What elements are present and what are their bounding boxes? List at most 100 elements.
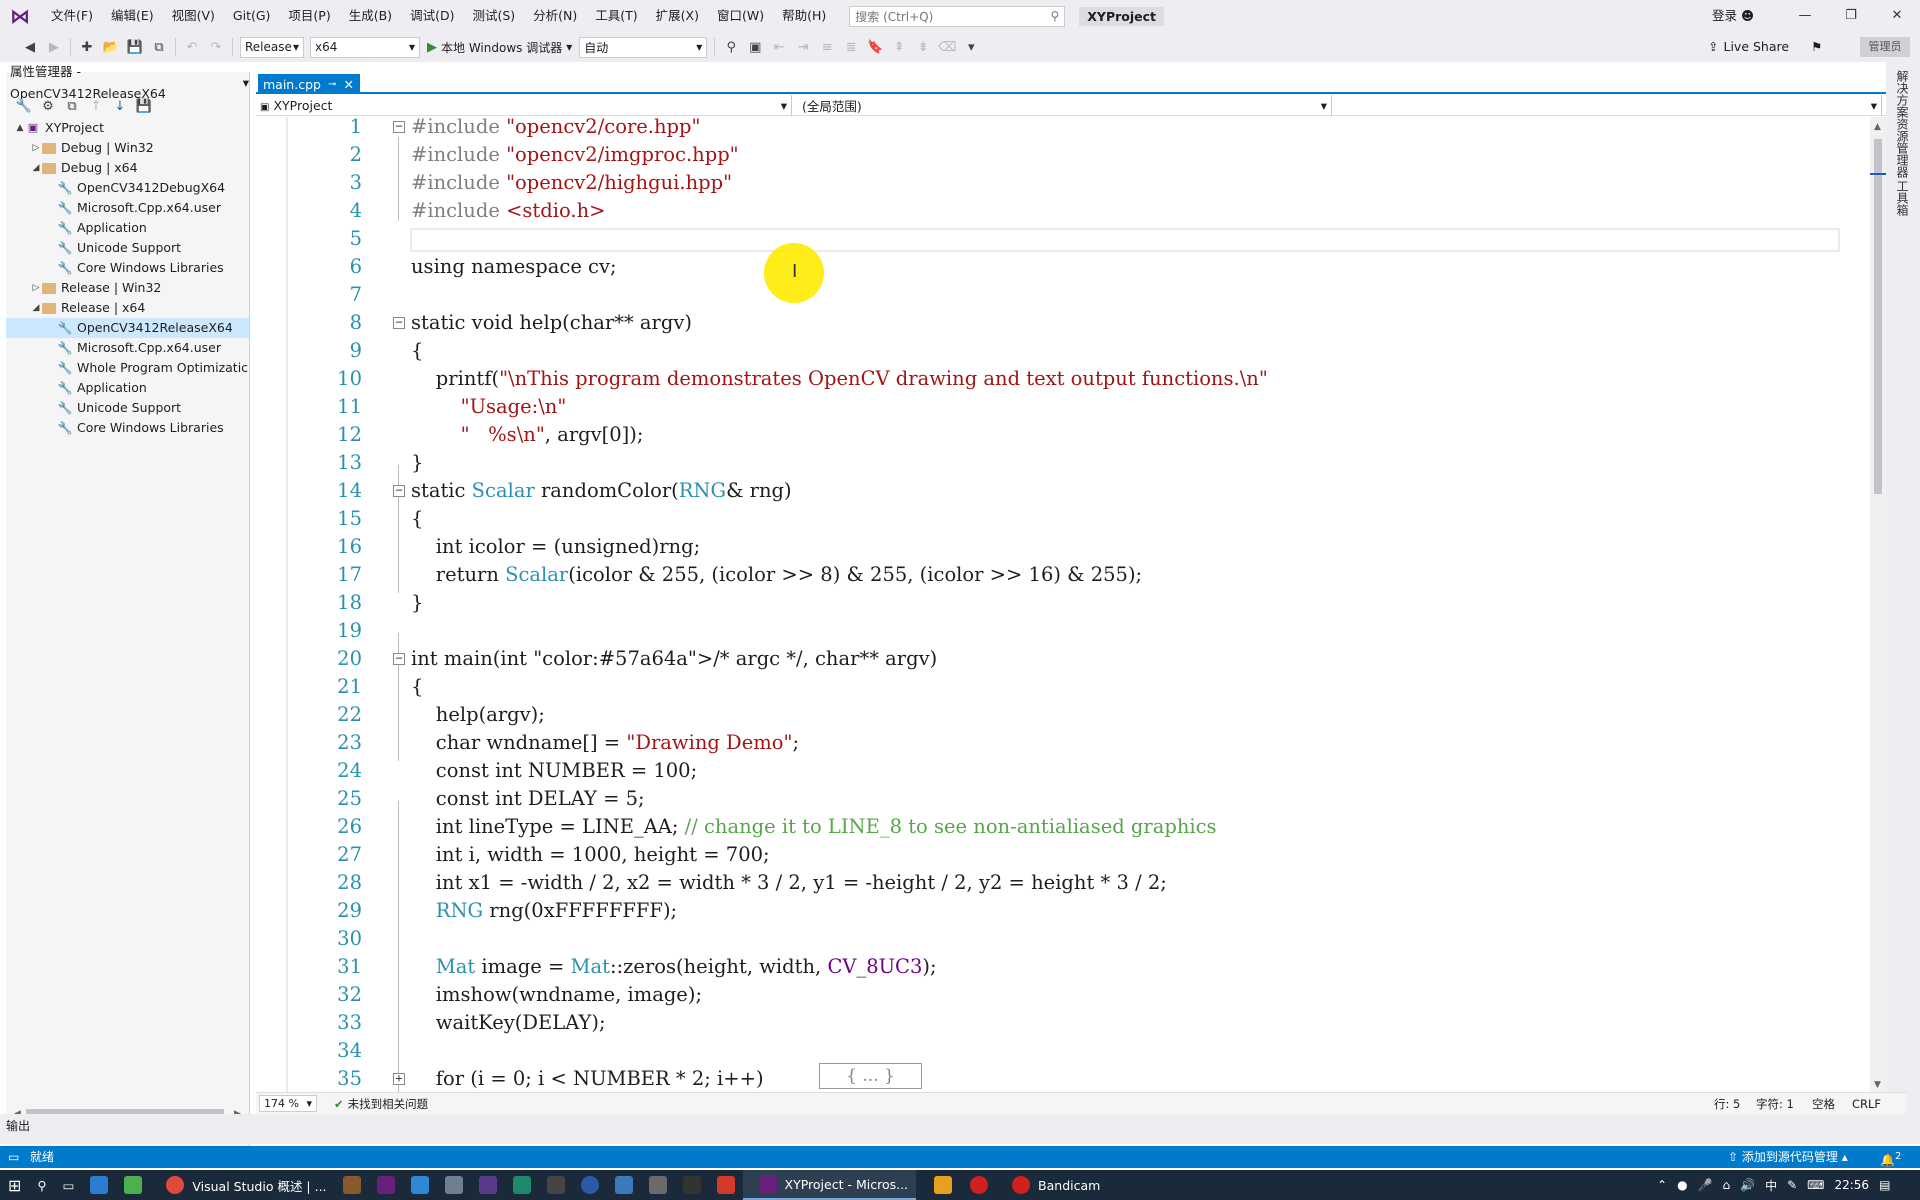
code-line[interactable]: 23 char wndname[] = "Drawing Demo"; bbox=[256, 729, 1872, 757]
tree-item[interactable]: 🔧 Microsoft.Cpp.x64.user bbox=[6, 198, 249, 218]
add-existing-sheet-icon[interactable]: ⧉ bbox=[62, 96, 82, 116]
microphone-icon[interactable]: 🎤 bbox=[1698, 1178, 1713, 1192]
start-icon[interactable]: ⊞ bbox=[0, 1170, 29, 1200]
menu-item[interactable]: 生成(B) bbox=[340, 0, 401, 32]
project-dropdown[interactable]: ▣ XYProject ▾ bbox=[256, 95, 792, 116]
login-button[interactable]: 登录 ☻ bbox=[1712, 0, 1754, 32]
code-line[interactable]: 5 bbox=[256, 225, 1872, 253]
find-icon[interactable]: ⚲ bbox=[721, 37, 741, 57]
tree-item[interactable]: 🔧 Unicode Support bbox=[6, 398, 249, 418]
code-line[interactable]: 17 return Scalar(icolor & 255, (icolor >… bbox=[256, 561, 1872, 589]
restore-button[interactable]: ❐ bbox=[1828, 0, 1874, 32]
comment-icon[interactable]: ≡ bbox=[817, 37, 837, 57]
app-icon[interactable] bbox=[444, 1176, 463, 1194]
expander-icon[interactable]: ▲ bbox=[14, 118, 26, 138]
code-line[interactable]: 19 bbox=[256, 617, 1872, 645]
record-icon[interactable] bbox=[970, 1176, 989, 1194]
search-icon[interactable]: ⚲ bbox=[29, 1170, 54, 1200]
tree-item[interactable]: ▲ ▣ XYProject bbox=[6, 118, 249, 138]
code-line[interactable]: 14 − static Scalar randomColor(RNG& rng) bbox=[256, 477, 1872, 505]
menu-item[interactable]: 项目(P) bbox=[279, 0, 339, 32]
scope-dropdown[interactable]: (全局范围) ▾ bbox=[792, 95, 1332, 116]
menu-item[interactable]: 帮助(H) bbox=[773, 0, 835, 32]
taskbar-app-bandicam[interactable]: Bandicam bbox=[996, 1170, 1108, 1200]
issues-status[interactable]: 未找到相关问题 bbox=[348, 1096, 429, 1112]
expander-icon[interactable]: ▷ bbox=[30, 138, 42, 158]
terminal-icon[interactable] bbox=[546, 1176, 565, 1194]
code-line[interactable]: 8 − static void help(char** argv) bbox=[256, 309, 1872, 337]
tab-main-cpp[interactable]: main.cpp ⊸ ✕ bbox=[258, 74, 360, 94]
zoom-dropdown[interactable]: 174 % ▾ bbox=[259, 1095, 317, 1112]
vertical-scrollbar[interactable]: ▲ ▼ bbox=[1870, 117, 1886, 1092]
forward-icon[interactable]: ▶ bbox=[44, 37, 64, 57]
menu-item[interactable]: Git(G) bbox=[224, 0, 280, 32]
bookmark-icon[interactable]: 🔖 bbox=[865, 37, 885, 57]
app-icon[interactable] bbox=[512, 1176, 531, 1194]
app-icon[interactable] bbox=[682, 1176, 701, 1194]
configuration-dropdown[interactable]: Release ▾ bbox=[240, 36, 304, 58]
task-view-icon[interactable]: ▭ bbox=[55, 1170, 83, 1200]
filezilla-icon[interactable] bbox=[716, 1176, 735, 1194]
add-new-sheet-icon[interactable]: ⚙ bbox=[38, 96, 58, 116]
tree-item[interactable]: 🔧 Whole Program Optimizatic bbox=[6, 358, 249, 378]
close-button[interactable]: ✕ bbox=[1874, 0, 1920, 32]
tree-item[interactable]: 🔧 Unicode Support bbox=[6, 238, 249, 258]
code-line[interactable]: 24 const int NUMBER = 100; bbox=[256, 757, 1872, 785]
code-line[interactable]: 4 #include <stdio.h> bbox=[256, 197, 1872, 225]
menu-item[interactable]: 分析(N) bbox=[524, 0, 586, 32]
save-all-icon[interactable]: ⧉ bbox=[149, 37, 169, 57]
app-icon[interactable] bbox=[580, 1176, 599, 1194]
line-ending-indicator[interactable]: CRLF bbox=[1852, 1097, 1881, 1111]
vscode-icon[interactable] bbox=[410, 1176, 429, 1194]
code-line[interactable]: 1 − #include "opencv2/core.hpp" bbox=[256, 117, 1872, 141]
app-icon[interactable] bbox=[478, 1176, 497, 1194]
app-icon[interactable] bbox=[648, 1176, 667, 1194]
code-line[interactable]: 21 { bbox=[256, 673, 1872, 701]
app-icon[interactable] bbox=[342, 1176, 361, 1194]
chevron-up-icon[interactable]: ⌃ bbox=[1657, 1178, 1667, 1192]
code-editor[interactable]: 1− #include "opencv2/core.hpp" 2 #include "… bbox=[256, 117, 1872, 1092]
platform-dropdown[interactable]: x64 ▾ bbox=[310, 36, 420, 58]
code-line[interactable]: 2 #include "opencv2/imgproc.hpp" bbox=[256, 141, 1872, 169]
redo-icon[interactable]: ↷ bbox=[206, 37, 226, 57]
volume-icon[interactable]: 🔊 bbox=[1740, 1178, 1755, 1192]
taskbar-app-visual-studio[interactable]: XYProject - Micros... bbox=[742, 1170, 917, 1200]
live-share-button[interactable]: ⇪ Live Share ⚑ bbox=[1708, 32, 1822, 62]
collapsed-block-indicator[interactable]: { ... } bbox=[819, 1063, 922, 1089]
tree-item[interactable]: 🔧 OpenCV3412ReleaseX64 bbox=[6, 318, 249, 338]
next-bookmark-icon[interactable]: ⇟ bbox=[913, 37, 933, 57]
screenshot-icon[interactable]: ▣ bbox=[745, 37, 765, 57]
collapse-icon[interactable]: − bbox=[393, 484, 405, 497]
tree-item[interactable]: 🔧 Application bbox=[6, 218, 249, 238]
code-line[interactable]: 22 help(argv); bbox=[256, 701, 1872, 729]
source-control-button[interactable]: ⇧ 添加到源代码管理 ▴ bbox=[1728, 1146, 1848, 1168]
tree-item[interactable]: ◢ Debug | x64 bbox=[6, 158, 249, 178]
auto-dropdown[interactable]: 自动 ▾ bbox=[579, 36, 708, 58]
wechat-icon[interactable] bbox=[124, 1176, 143, 1194]
notifications-icon[interactable]: 🔔2 bbox=[1880, 1146, 1901, 1171]
clock[interactable]: 22:56 bbox=[1834, 1178, 1869, 1192]
code-line[interactable]: 31 Mat image = Mat::zeros(height, width,… bbox=[256, 953, 1872, 981]
tree-item[interactable]: ▷ Debug | Win32 bbox=[6, 138, 249, 158]
collapse-icon[interactable]: − bbox=[393, 120, 405, 133]
menu-item[interactable]: 视图(V) bbox=[163, 0, 224, 32]
code-line[interactable]: 18} bbox=[256, 589, 1872, 617]
save-icon[interactable]: 💾 bbox=[125, 37, 145, 57]
tree-item[interactable]: ▷ Release | Win32 bbox=[6, 278, 249, 298]
keyboard-icon[interactable]: ⌨ bbox=[1807, 1178, 1824, 1192]
code-line[interactable]: 15 { bbox=[256, 505, 1872, 533]
code-line[interactable]: 30 bbox=[256, 925, 1872, 953]
tree-item[interactable]: 🔧 Application bbox=[6, 378, 249, 398]
output-tab[interactable]: 输出 bbox=[6, 1119, 30, 1133]
save-icon[interactable]: 💾 bbox=[134, 96, 154, 116]
code-line[interactable]: 3 #include "opencv2/highgui.hpp" bbox=[256, 169, 1872, 197]
expand-icon[interactable]: + bbox=[393, 1072, 405, 1085]
open-file-icon[interactable]: 📂 bbox=[101, 37, 121, 57]
uncomment-icon[interactable]: ≣ bbox=[841, 37, 861, 57]
collapse-icon[interactable]: − bbox=[393, 652, 405, 665]
menu-item[interactable]: 测试(S) bbox=[463, 0, 524, 32]
new-project-icon[interactable]: ✚ bbox=[77, 37, 97, 57]
menu-item[interactable]: 工具(T) bbox=[586, 0, 646, 32]
edge-icon[interactable] bbox=[90, 1176, 109, 1194]
indent-icon[interactable]: ⇤ bbox=[769, 37, 789, 57]
